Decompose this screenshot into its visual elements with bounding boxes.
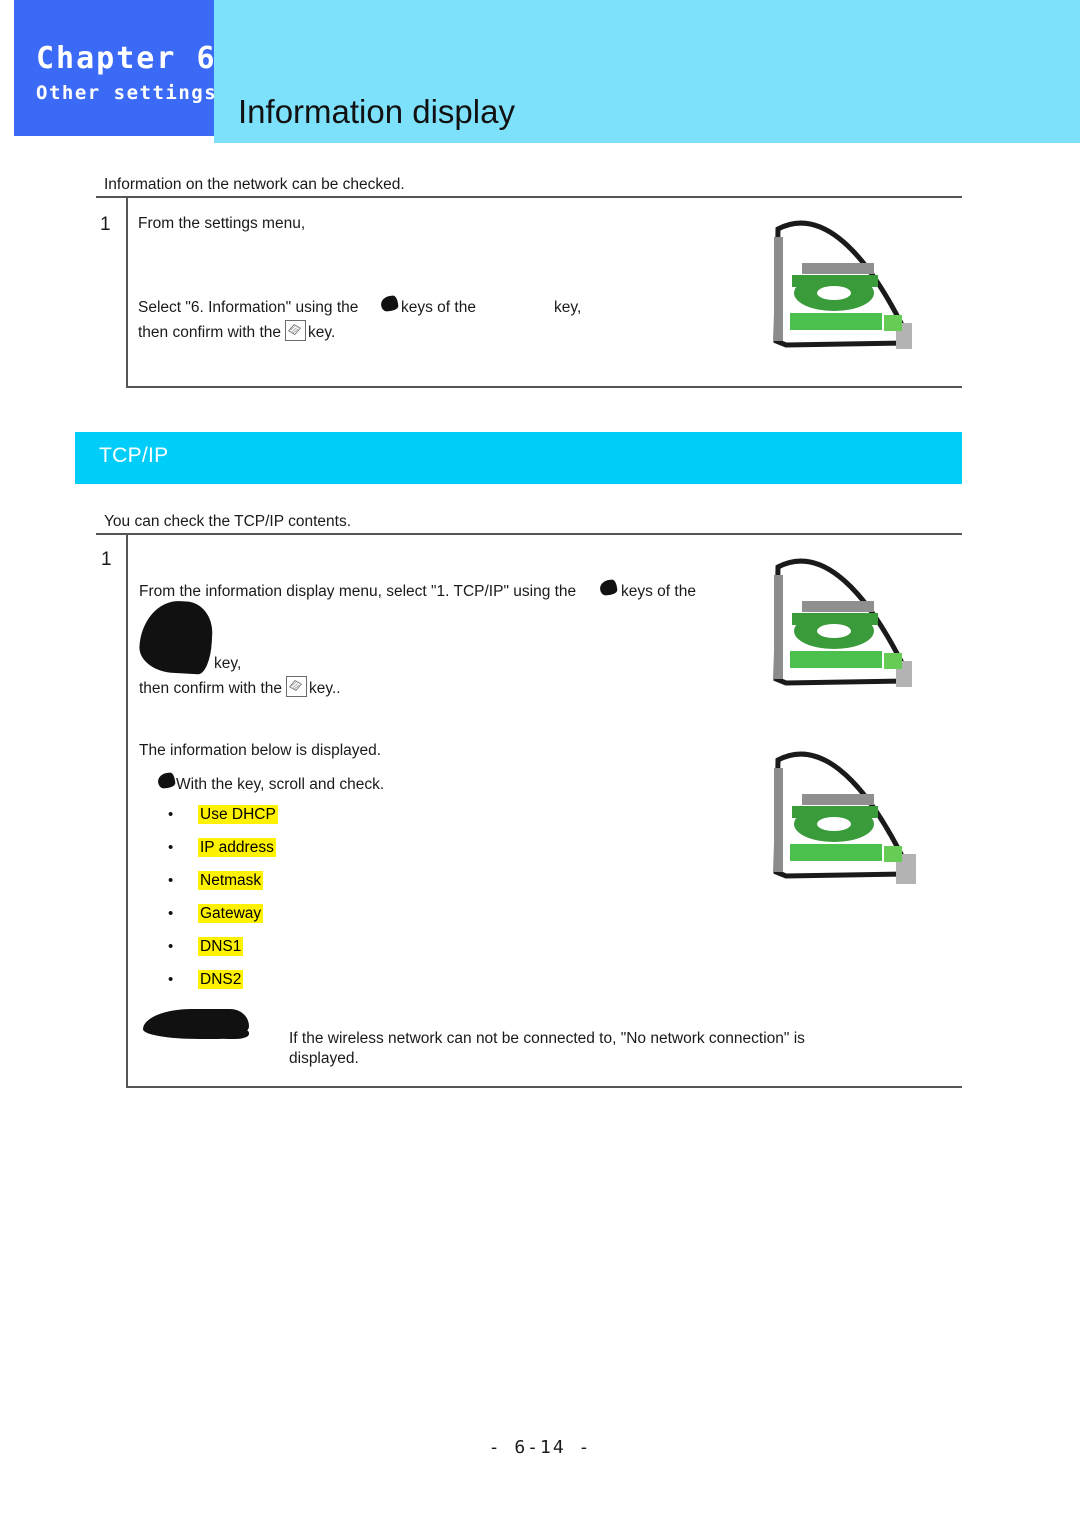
section-intro-text: You can check the TCP/IP contents. <box>104 513 352 530</box>
step2-divider <box>126 535 128 1088</box>
enter-key-icon <box>285 320 306 341</box>
list-item: • IP address <box>168 838 276 857</box>
section-intro-rule <box>96 533 962 535</box>
list-item-label: Use DHCP <box>198 805 278 824</box>
step2-number: 1 <box>101 549 112 570</box>
section-banner-title: TCP/IP <box>99 444 169 467</box>
list-item: • Netmask <box>168 871 264 890</box>
list-item: • DNS2 <box>168 970 244 989</box>
arrow-key-icon-2 <box>599 579 618 596</box>
step1-bottom-rule <box>126 386 962 388</box>
device-display-icon-3 <box>756 736 928 896</box>
intro-rule <box>96 196 962 198</box>
step2-line4: The information below is displayed. <box>139 742 382 759</box>
device-display-icon-2 <box>756 543 928 703</box>
step1-line1: From the settings menu, <box>138 215 306 232</box>
step1-line2-part1: Select "6. Information" using the <box>138 299 359 316</box>
note-line2: displayed. <box>289 1050 359 1067</box>
note-line1: If the wireless network can not be conne… <box>289 1030 805 1047</box>
bullet-icon: • <box>168 938 174 955</box>
bullet-icon: • <box>168 839 174 856</box>
page-number: - 6-14 - <box>488 1437 592 1458</box>
scan-artifact-blob <box>138 599 214 675</box>
step1-line3-part2: key. <box>308 324 336 341</box>
step2-line1-part2: keys of the <box>621 583 696 600</box>
bullet-icon: • <box>168 905 174 922</box>
bullet-icon: • <box>168 806 174 823</box>
arrow-key-icon <box>380 295 399 312</box>
step2-line3-part2: key.. <box>309 680 341 697</box>
note-artifact-blob <box>143 1009 249 1039</box>
intro-text: Information on the network can be checke… <box>104 176 405 193</box>
device-display-icon-1 <box>756 205 928 365</box>
chapter-label: Chapter 6 <box>36 41 217 76</box>
list-item: • Gateway <box>168 904 264 923</box>
step1-divider <box>126 198 128 388</box>
bullet-icon: • <box>168 971 174 988</box>
step1-number: 1 <box>100 214 111 235</box>
step1-line2-part2: keys of the <box>401 299 476 316</box>
list-item: • Use DHCP <box>168 805 278 824</box>
step2-line1-part1: From the information display menu, selec… <box>139 583 577 600</box>
step1-line2-part3: key, <box>554 299 582 316</box>
list-item-label: IP address <box>198 838 276 857</box>
step2-bottom-rule <box>126 1086 962 1088</box>
step1-line3-part1: then confirm with the <box>138 324 282 341</box>
bullet-icon: • <box>168 872 174 889</box>
step2-line3-part1: then confirm with the <box>139 680 283 697</box>
step2-line5: With the key, scroll and check. <box>176 776 385 793</box>
list-item-label: Netmask <box>198 871 264 890</box>
section-banner: TCP/IP <box>75 432 962 484</box>
arrow-key-icon-3 <box>157 772 176 789</box>
step2-line2: key, <box>214 655 242 672</box>
list-item-label: DNS2 <box>198 970 244 989</box>
page-header: Chapter 6 Other settings Information dis… <box>0 0 1080 143</box>
list-item: • DNS1 <box>168 937 244 956</box>
chapter-subtitle: Other settings <box>36 82 218 104</box>
list-item-label: Gateway <box>198 904 264 923</box>
list-item-label: DNS1 <box>198 937 244 956</box>
enter-key-icon-2 <box>286 676 307 697</box>
page-title: Information display <box>238 93 515 130</box>
